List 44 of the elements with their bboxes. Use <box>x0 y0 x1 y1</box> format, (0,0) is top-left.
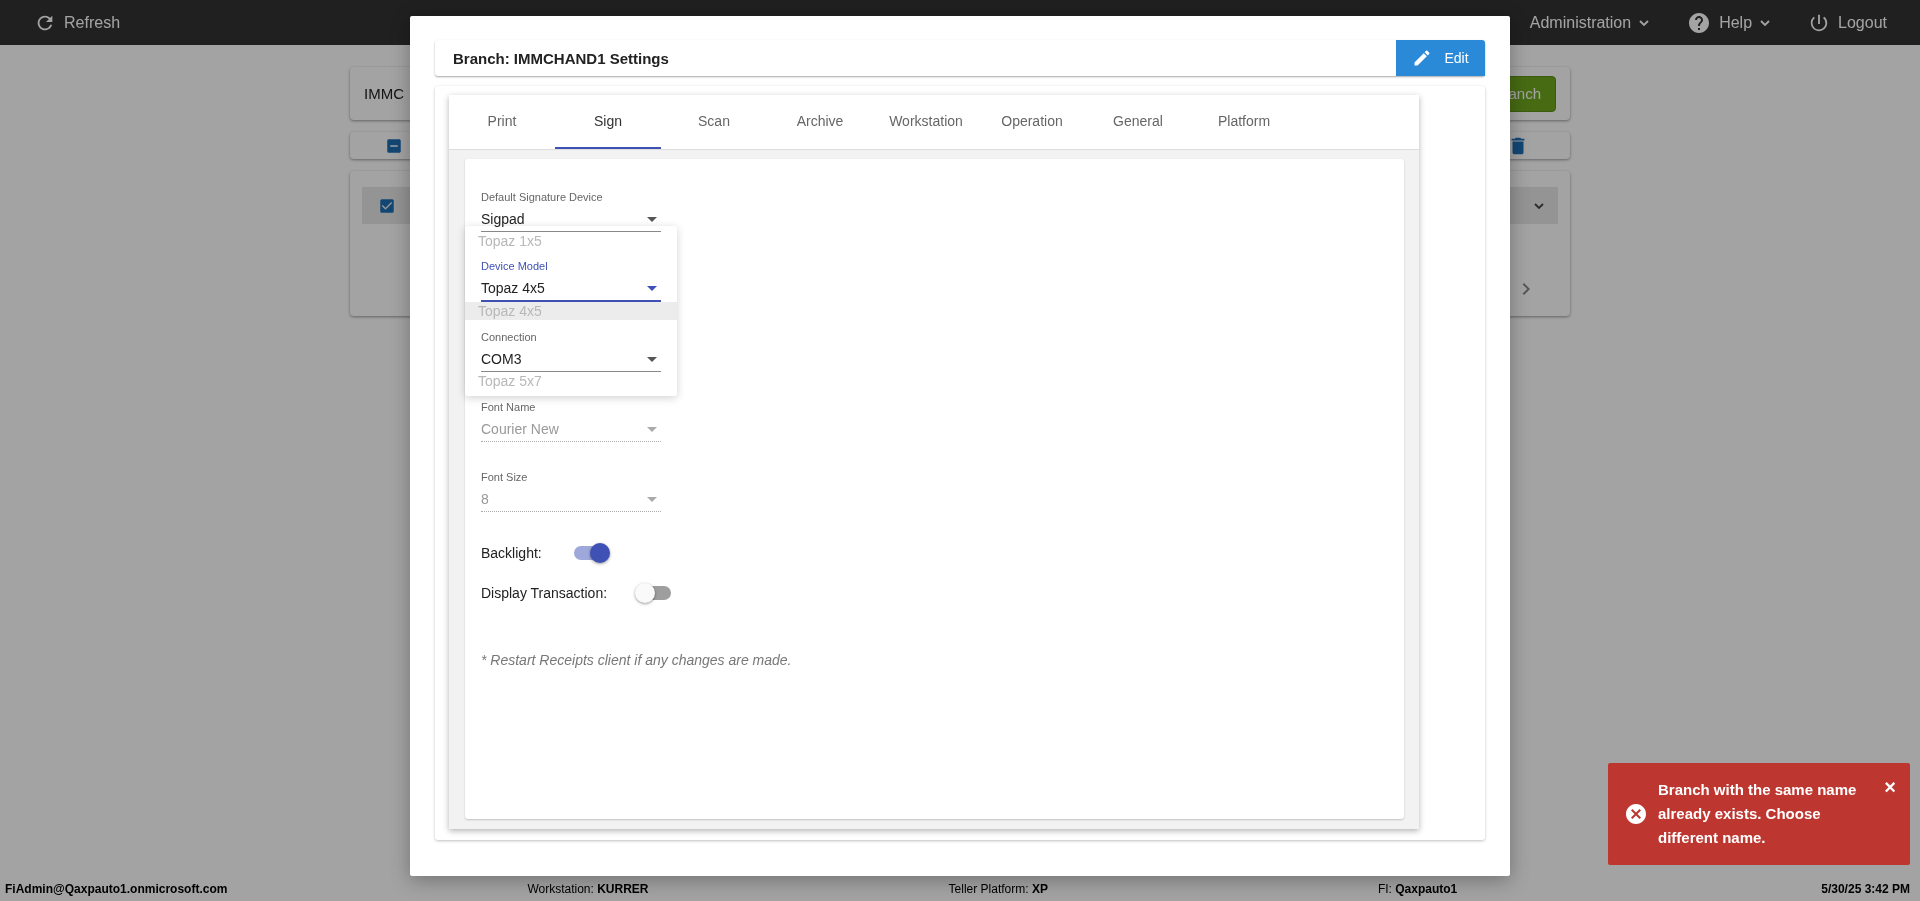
help-icon <box>1687 10 1712 35</box>
refresh-button[interactable]: Refresh <box>34 11 121 34</box>
status-item: FI: Qaxpauto1 <box>1377 882 1458 896</box>
chevron-down-icon <box>1639 19 1650 26</box>
dialog-title: Branch: IMMCHAND1 Settings <box>453 49 669 67</box>
logout-button[interactable]: Logout <box>1808 11 1887 34</box>
status-item: Teller Platform: XP <box>948 882 1048 896</box>
menu-button[interactable]: Help <box>1687 10 1771 35</box>
field-label: Connection <box>481 331 538 343</box>
error-icon <box>1624 802 1648 826</box>
search-field[interactable]: IMMC <box>364 85 404 102</box>
close-button[interactable]: × <box>1884 777 1896 797</box>
select-field[interactable]: Default Signature Device Sigpad <box>481 180 661 232</box>
date-time: 5/30/25 3:42 PM <box>1821 882 1910 896</box>
tab[interactable]: Print <box>449 95 555 149</box>
select-all-checkbox[interactable] <box>385 136 403 155</box>
dropdown-arrow-icon <box>647 426 657 432</box>
restart-note: * Restart Receipts client if any changes are made. <box>481 652 793 668</box>
chevron-down-icon <box>1760 19 1771 26</box>
field-label: Device Model <box>481 260 549 272</box>
select-field[interactable]: Connection COM3 <box>481 320 661 372</box>
field-value: Sigpad <box>481 211 525 227</box>
menu-button[interactable]: Administration <box>1529 13 1650 32</box>
field-value: Topaz 4x5 <box>481 280 545 296</box>
dropdown-arrow-icon <box>647 496 657 502</box>
field-label: Font Size <box>481 471 529 483</box>
field-label: Default Signature Device <box>481 191 604 203</box>
dropdown-arrow-icon <box>647 216 657 222</box>
field-value: Courier New <box>481 421 559 437</box>
toast-message: Branch with the same name already exists. Choose different name. <box>1658 780 1858 848</box>
edit-button[interactable]: Edit <box>1396 40 1485 76</box>
toggle-label: Display Transaction: <box>481 585 608 601</box>
toggle-label: Backlight: <box>481 545 542 561</box>
dropdown-arrow-icon <box>647 356 657 362</box>
status-item: Workstation: KURRER <box>527 882 649 896</box>
row-checkbox[interactable] <box>378 196 396 215</box>
field-value: COM3 <box>481 351 522 367</box>
chevron-down-icon[interactable] <box>1534 202 1544 209</box>
field-label: Font Name <box>481 401 537 413</box>
dropdown-arrow-icon <box>647 285 657 291</box>
tab[interactable]: Sign <box>555 95 661 149</box>
field-value: 8 <box>481 491 489 507</box>
select-field[interactable]: Device Model Topaz 4x5 <box>481 250 661 302</box>
user-email: FiAdmin@Qaxpauto1.onmicrosoft.com <box>5 882 228 896</box>
